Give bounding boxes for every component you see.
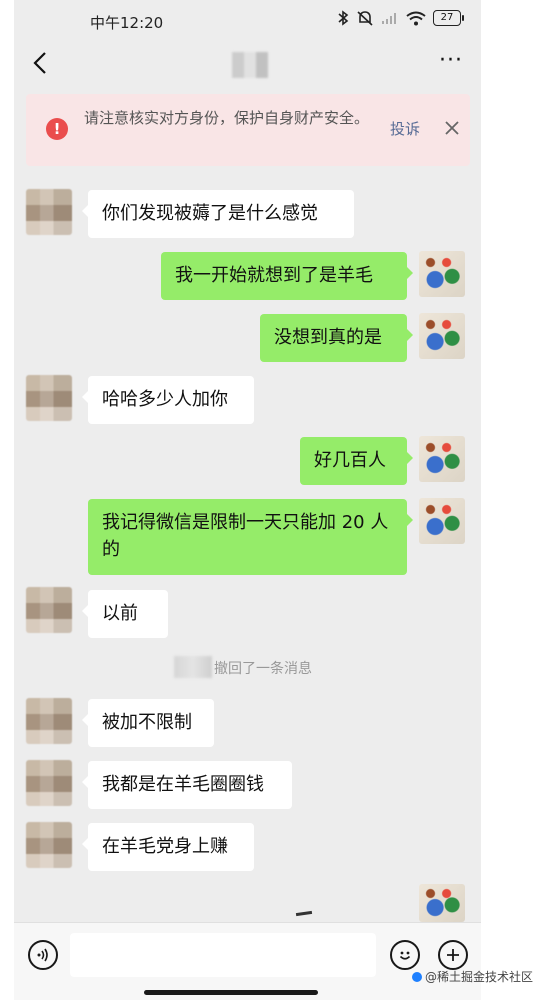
message-bubble-received[interactable]: 哈哈多少人加你 [82, 376, 254, 424]
alert-icon: ! [46, 118, 68, 140]
contact-avatar[interactable] [26, 698, 72, 744]
partial-message-fragment [295, 910, 313, 917]
wifi-icon [406, 11, 426, 25]
warning-text: 请注意核实对方身份，保护自身财产安全。 [84, 109, 370, 127]
message-bubble-sent[interactable]: 没想到真的是 [260, 314, 413, 362]
message-bubble-received[interactable]: 在羊毛党身上赚 [82, 823, 254, 871]
message-bubble-received[interactable]: 以前 [82, 590, 168, 638]
chat-header: ··· [14, 42, 481, 86]
status-bar: 中午12:20 27 [14, 0, 481, 42]
my-avatar[interactable] [419, 436, 465, 482]
plus-icon [447, 949, 459, 961]
my-avatar[interactable] [419, 251, 465, 297]
smiley-icon [399, 951, 411, 960]
message-input[interactable] [70, 933, 376, 977]
signal-icon [382, 13, 396, 24]
more-functions-button[interactable] [438, 940, 468, 970]
voice-icon [37, 948, 48, 962]
watermark: @稀土掘金技术社区 [412, 968, 533, 985]
message-bubble-received[interactable]: 你们发现被薅了是什么感觉 [82, 190, 354, 238]
contact-avatar[interactable] [26, 587, 72, 633]
chat-screen: 中午12:20 27 ··· ! 请注意核实对方身份，保护自身财产安全。 投诉 … [14, 0, 481, 1000]
recall-sender-blurred [174, 656, 212, 678]
message-bubble-received[interactable]: 我都是在羊毛圈圈钱 [82, 761, 292, 809]
my-avatar[interactable] [419, 884, 465, 922]
more-options-button[interactable]: ··· [439, 48, 463, 73]
message-bubble-received[interactable]: 被加不限制 [82, 699, 214, 747]
emoji-button[interactable] [390, 940, 420, 970]
watermark-text: @稀土掘金技术社区 [425, 970, 534, 984]
message-bubble-sent[interactable]: 我记得微信是限制一天只能加 20 人的 [88, 499, 413, 575]
voice-input-button[interactable] [28, 940, 58, 970]
system-notice: 撤回了一条消息 [214, 661, 312, 677]
contact-avatar[interactable] [26, 375, 72, 421]
home-indicator[interactable] [144, 990, 318, 995]
my-avatar[interactable] [419, 498, 465, 544]
battery-icon: 27 [433, 10, 464, 26]
message-bubble-sent[interactable]: 好几百人 [300, 437, 413, 485]
contact-avatar[interactable] [26, 822, 72, 868]
safety-warning-banner: ! 请注意核实对方身份，保护自身财产安全。 投诉 [26, 94, 470, 166]
contact-avatar[interactable] [26, 760, 72, 806]
mute-icon [357, 11, 373, 26]
contact-name-blurred [232, 52, 268, 78]
my-avatar[interactable] [419, 313, 465, 359]
close-icon[interactable] [442, 118, 462, 138]
juejin-logo-icon [412, 972, 422, 982]
message-bubble-sent[interactable]: 我一开始就想到了是羊毛 [161, 252, 413, 300]
status-icons: 27 [337, 10, 464, 26]
status-time: 中午12:20 [90, 14, 164, 32]
message-input-bar [14, 922, 481, 1000]
back-arrow-icon[interactable] [26, 48, 56, 78]
contact-avatar[interactable] [26, 189, 72, 235]
report-link[interactable]: 投诉 [390, 118, 420, 139]
bluetooth-icon [338, 10, 349, 26]
